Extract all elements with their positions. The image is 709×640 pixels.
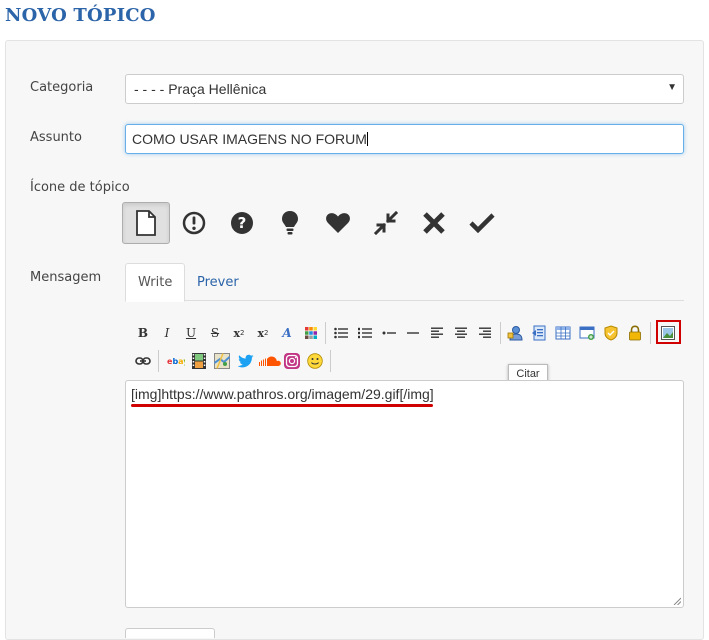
- table-button[interactable]: [553, 322, 573, 344]
- submit-button-partial[interactable]: [125, 628, 215, 638]
- shield-icon: [604, 325, 618, 341]
- quote-button[interactable]: [505, 322, 525, 344]
- color-grid-icon: [305, 327, 317, 339]
- topic-icon-option-heart[interactable]: [314, 202, 362, 244]
- message-textarea[interactable]: [img]https://www.pathros.org/imagem/29.g…: [125, 380, 684, 608]
- align-center-icon: [455, 327, 467, 338]
- ebay-icon: ebay: [167, 357, 185, 366]
- chevron-down-icon: ▼: [667, 82, 677, 93]
- toolbar-separator: [158, 350, 159, 372]
- color-button[interactable]: [301, 322, 321, 344]
- topic-icon-option-x[interactable]: [410, 202, 458, 244]
- user-quote-icon: [507, 326, 523, 341]
- map-button[interactable]: [212, 350, 232, 372]
- svg-text:?: ?: [238, 214, 247, 232]
- topic-icon-option-compress[interactable]: [362, 202, 410, 244]
- message-tabs: Write Prever: [125, 263, 684, 302]
- smiley-icon: [307, 353, 323, 369]
- italic-button[interactable]: I: [157, 322, 177, 344]
- instagram-icon: [284, 353, 300, 369]
- map-icon: [214, 353, 230, 369]
- topic-icon-option-question[interactable]: ?: [218, 202, 266, 244]
- topic-icon-option-document[interactable]: [122, 202, 170, 244]
- compress-icon: [374, 211, 398, 235]
- film-strip-icon: [192, 353, 206, 369]
- topic-icon-option-exclamation[interactable]: [170, 202, 218, 244]
- insert-image-highlight: [656, 320, 681, 344]
- category-label: Categoria: [30, 80, 94, 95]
- subscript-button[interactable]: x2: [229, 322, 249, 344]
- horizontal-rule-icon: [407, 332, 419, 334]
- window-add-icon: [579, 326, 595, 340]
- code-page-icon: [532, 325, 546, 341]
- resize-handle-icon[interactable]: [673, 597, 681, 605]
- message-content: [img]https://www.pathros.org/imagem/29.g…: [131, 386, 434, 402]
- bullet-list-button[interactable]: [331, 322, 351, 344]
- soundcloud-button[interactable]: [259, 350, 281, 372]
- lightbulb-icon: [282, 211, 298, 235]
- superscript-icon: 2: [264, 329, 269, 337]
- toolbar-separator: [325, 322, 326, 344]
- checkmark-icon: [469, 213, 495, 233]
- topic-icon-label: Ícone de tópico: [30, 180, 130, 195]
- text-cursor: [366, 132, 368, 146]
- document-icon: [136, 210, 156, 236]
- horizontal-rule-button[interactable]: [403, 322, 423, 344]
- topic-icon-option-check[interactable]: [458, 202, 506, 244]
- link-icon: [135, 357, 151, 365]
- twitter-bird-icon: [238, 354, 254, 368]
- hide-button[interactable]: [625, 322, 645, 344]
- lock-icon: [629, 325, 641, 341]
- superscript-button[interactable]: x2: [253, 322, 273, 344]
- window-button[interactable]: [577, 322, 597, 344]
- subject-value: COMO USAR IMAGENS NO FORUM: [132, 131, 367, 147]
- table-icon: [555, 326, 571, 340]
- numbered-list-icon: [358, 327, 372, 339]
- tab-preview[interactable]: Prever: [185, 263, 251, 302]
- question-circle-icon: ?: [231, 212, 253, 234]
- spoiler-button[interactable]: [601, 322, 621, 344]
- video-button[interactable]: [189, 350, 209, 372]
- underline-button[interactable]: U: [181, 322, 201, 344]
- ebay-button[interactable]: ebay: [166, 350, 186, 372]
- editor-toolbar: B I U S x2 x2 A eba: [130, 320, 690, 376]
- topic-icon-option-lightbulb[interactable]: [266, 202, 314, 244]
- soundcloud-icon: [259, 356, 281, 366]
- message-label: Mensagem: [30, 270, 102, 285]
- list-item-icon: [382, 331, 396, 335]
- align-left-icon: [431, 327, 443, 338]
- font-button[interactable]: A: [277, 322, 297, 344]
- bullet-list-icon: [334, 327, 348, 339]
- category-select[interactable]: - - - - Praça Hellênica ▼: [125, 74, 684, 104]
- emoji-button[interactable]: [305, 350, 325, 372]
- align-center-button[interactable]: [451, 322, 471, 344]
- code-button[interactable]: [529, 322, 549, 344]
- subscript-icon: 2: [240, 329, 245, 337]
- page-title: NOVO TÓPICO: [5, 5, 156, 26]
- bold-button[interactable]: B: [133, 322, 153, 344]
- twitter-button[interactable]: [236, 350, 256, 372]
- align-left-button[interactable]: [427, 322, 447, 344]
- instagram-button[interactable]: [282, 350, 302, 372]
- tab-write[interactable]: Write: [125, 263, 186, 302]
- x-mark-icon: [423, 212, 445, 234]
- link-button[interactable]: [133, 350, 153, 372]
- exclamation-circle-icon: [182, 211, 206, 235]
- toolbar-separator: [650, 322, 651, 344]
- numbered-list-button[interactable]: [355, 322, 375, 344]
- url-underline-annotation: [131, 404, 433, 407]
- align-right-button[interactable]: [475, 322, 495, 344]
- subject-label: Assunto: [30, 130, 82, 145]
- toolbar-separator: [500, 322, 501, 344]
- heart-icon: [326, 213, 350, 233]
- category-value: - - - - Praça Hellênica: [134, 81, 267, 97]
- svg-text:ebay: ebay: [167, 357, 185, 366]
- align-right-icon: [479, 327, 491, 338]
- list-item-button[interactable]: [379, 322, 399, 344]
- strikethrough-button[interactable]: S: [205, 322, 225, 344]
- subject-input[interactable]: COMO USAR IMAGENS NO FORUM: [125, 124, 684, 154]
- toolbar-separator: [330, 350, 331, 372]
